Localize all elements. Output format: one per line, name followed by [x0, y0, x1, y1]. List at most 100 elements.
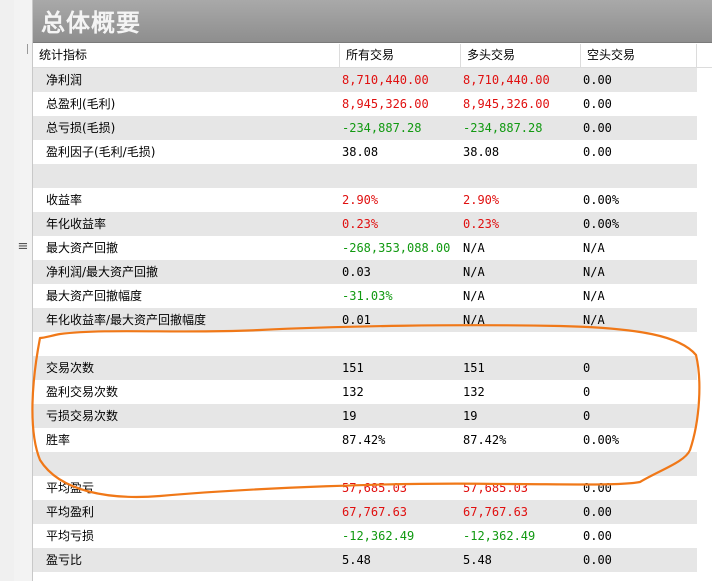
- table-row[interactable]: 最大资产回撤幅度 -31.03% N/A N/A: [33, 284, 697, 308]
- panel-splitter[interactable]: ≡: [14, 0, 33, 581]
- section-header: 总体概要: [33, 0, 712, 43]
- value-all-trades: 38.08: [342, 145, 379, 159]
- table-row[interactable]: 平均盈利 67,767.63 67,767.63 0.00: [33, 500, 697, 524]
- value-long-trades: 0.23%: [463, 217, 500, 231]
- metric-name: 净利润: [46, 73, 83, 87]
- value-long-trades: 87.42%: [463, 433, 507, 447]
- table-row-spacer[interactable]: [33, 164, 697, 188]
- table-row-spacer[interactable]: [33, 452, 697, 476]
- left-panel: [0, 0, 15, 581]
- value-short-trades: 0.00: [583, 145, 612, 159]
- table-row[interactable]: 交易次数 151 151 0: [33, 356, 697, 380]
- metric-name: 收益率: [46, 193, 83, 207]
- table-row[interactable]: 总盈利(毛利) 8,945,326.00 8,945,326.00 0.00: [33, 92, 697, 116]
- metric-name: 最大资产回撤幅度: [46, 289, 143, 303]
- value-short-trades: 0: [583, 361, 591, 375]
- value-all-trades: 0.23%: [342, 217, 379, 231]
- value-short-trades: N/A: [583, 289, 605, 303]
- value-all-trades: 5.48: [342, 553, 371, 567]
- metric-name: 总盈利(毛利): [46, 97, 116, 111]
- value-long-trades: 8,710,440.00: [463, 73, 550, 87]
- value-all-trades: 2.90%: [342, 193, 379, 207]
- metric-name: 年化收益率/最大资产回撤幅度: [46, 313, 207, 327]
- value-all-trades: 132: [342, 385, 364, 399]
- value-all-trades: 67,767.63: [342, 505, 408, 519]
- value-long-trades: 8,945,326.00: [463, 97, 550, 111]
- value-short-trades: 0.00: [583, 97, 612, 111]
- value-all-trades: 87.42%: [342, 433, 386, 447]
- value-short-trades: 0.00%: [583, 217, 620, 231]
- value-short-trades: N/A: [583, 265, 605, 279]
- metric-name: 最大资产回撤: [46, 241, 119, 255]
- table-row[interactable]: 收益率 2.90% 2.90% 0.00%: [33, 188, 697, 212]
- table-row[interactable]: 胜率 87.42% 87.42% 0.00%: [33, 428, 697, 452]
- value-short-trades: N/A: [583, 241, 605, 255]
- metric-name: 平均盈利: [46, 505, 95, 519]
- value-all-trades: -31.03%: [342, 289, 393, 303]
- value-long-trades: 151: [463, 361, 485, 375]
- value-all-trades: 8,945,326.00: [342, 97, 429, 111]
- table-row[interactable]: 最大资产回撤 -268,353,088.00 N/A N/A: [33, 236, 697, 260]
- value-long-trades: 67,767.63: [463, 505, 529, 519]
- splitter-tick: [27, 44, 28, 54]
- value-all-trades: 0.03: [342, 265, 371, 279]
- value-short-trades: N/A: [583, 313, 605, 327]
- value-short-trades: 0: [583, 409, 591, 423]
- table-row[interactable]: 盈利因子(毛利/毛损) 38.08 38.08 0.00: [33, 140, 697, 164]
- table-row[interactable]: 平均盈亏 57,685.03 57,685.03 0.00: [33, 476, 697, 500]
- value-long-trades: 5.48: [463, 553, 492, 567]
- value-long-trades: 19: [463, 409, 478, 423]
- value-short-trades: 0: [583, 385, 591, 399]
- value-all-trades: -12,362.49: [342, 529, 415, 543]
- column-header-all-trades[interactable]: 所有交易: [340, 44, 461, 67]
- value-short-trades: 0.00%: [583, 433, 620, 447]
- column-header-metric[interactable]: 统计指标: [33, 44, 340, 67]
- value-long-trades: N/A: [463, 265, 485, 279]
- value-all-trades: 8,710,440.00: [342, 73, 429, 87]
- value-all-trades: 151: [342, 361, 364, 375]
- metric-name: 净利润/最大资产回撤: [46, 265, 159, 279]
- table-row[interactable]: 总亏损(毛损) -234,887.28 -234,887.28 0.00: [33, 116, 697, 140]
- value-short-trades: 0.00: [583, 73, 612, 87]
- value-short-trades: 0.00: [583, 481, 612, 495]
- value-all-trades: -268,353,088.00: [342, 241, 451, 255]
- metric-name: 平均亏损: [46, 529, 95, 543]
- grip-icon[interactable]: ≡: [14, 240, 32, 254]
- metric-name: 盈利交易次数: [46, 385, 119, 399]
- value-long-trades: 2.90%: [463, 193, 500, 207]
- metric-name: 平均盈亏: [46, 481, 95, 495]
- summary-table: 统计指标 所有交易 多头交易 空头交易 净利润 8,710,440.00 8,710…: [33, 44, 712, 581]
- metric-name: 总亏损(毛损): [46, 121, 116, 135]
- value-long-trades: N/A: [463, 289, 485, 303]
- value-short-trades: 0.00: [583, 505, 612, 519]
- column-header-row: 统计指标 所有交易 多头交易 空头交易: [33, 44, 712, 68]
- metric-name: 胜率: [46, 433, 71, 447]
- metric-name: 年化收益率: [46, 217, 107, 231]
- table-row[interactable]: 净利润 8,710,440.00 8,710,440.00 0.00: [33, 68, 697, 92]
- column-header-short-trades[interactable]: 空头交易: [581, 44, 697, 67]
- value-short-trades: 0.00: [583, 121, 612, 135]
- table-row[interactable]: 平均亏损 -12,362.49 -12,362.49 0.00: [33, 524, 697, 548]
- value-long-trades: 38.08: [463, 145, 500, 159]
- value-long-trades: -234,887.28: [463, 121, 543, 135]
- table-row[interactable]: 年化收益率 0.23% 0.23% 0.00%: [33, 212, 697, 236]
- metric-name: 亏损交易次数: [46, 409, 119, 423]
- table-row[interactable]: 年化收益率/最大资产回撤幅度 0.01 N/A N/A: [33, 308, 697, 332]
- page-title: 总体概要: [41, 9, 141, 37]
- value-all-trades: 19: [342, 409, 357, 423]
- value-short-trades: 0.00: [583, 529, 612, 543]
- value-all-trades: 57,685.03: [342, 481, 408, 495]
- metric-name: 交易次数: [46, 361, 95, 375]
- value-long-trades: N/A: [463, 241, 485, 255]
- table-row[interactable]: 盈利交易次数 132 132 0: [33, 380, 697, 404]
- value-short-trades: 0.00: [583, 553, 612, 567]
- value-long-trades: 132: [463, 385, 485, 399]
- table-row[interactable]: 净利润/最大资产回撤 0.03 N/A N/A: [33, 260, 697, 284]
- table-row-spacer[interactable]: [33, 332, 697, 356]
- value-long-trades: N/A: [463, 313, 485, 327]
- value-long-trades: -12,362.49: [463, 529, 536, 543]
- table-row[interactable]: 盈亏比 5.48 5.48 0.00: [33, 548, 697, 572]
- table-row[interactable]: 亏损交易次数 19 19 0: [33, 404, 697, 428]
- value-long-trades: 57,685.03: [463, 481, 529, 495]
- column-header-long-trades[interactable]: 多头交易: [461, 44, 581, 67]
